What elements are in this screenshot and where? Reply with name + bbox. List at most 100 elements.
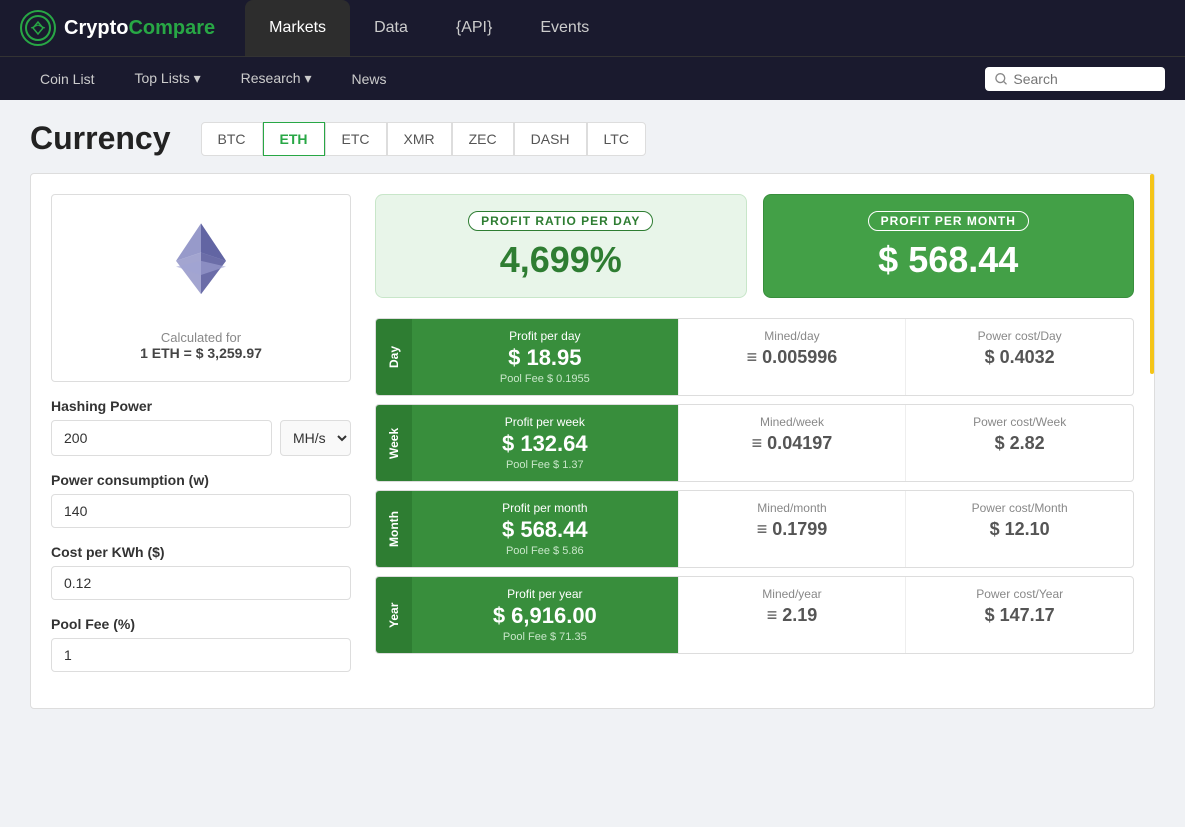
stat-row: Month Profit per month $ 568.44 Pool Fee… <box>375 490 1134 568</box>
tab-dash[interactable]: DASH <box>514 122 587 156</box>
stat-pool-fee: Pool Fee $ 5.86 <box>428 545 662 557</box>
power-consumption-label: Power consumption (w) <box>51 472 351 488</box>
secondary-navigation: Coin List Top Lists ▾ Research ▾ News <box>0 56 1185 100</box>
stat-pool-fee: Pool Fee $ 1.37 <box>428 459 662 471</box>
stat-power-label: Power cost/Year <box>922 587 1117 601</box>
profit-month-value: $ 568.44 <box>784 239 1114 281</box>
stat-profit-cell: Profit per week $ 132.64 Pool Fee $ 1.37 <box>412 405 678 481</box>
stat-row: Year Profit per year $ 6,916.00 Pool Fee… <box>375 576 1134 654</box>
stat-period-label: Year <box>376 577 412 653</box>
nav-coinlist[interactable]: Coin List <box>20 57 114 101</box>
hashing-power-label: Hashing Power <box>51 398 351 414</box>
stat-rows-container: Day Profit per day $ 18.95 Pool Fee $ 0.… <box>375 318 1134 654</box>
content-area: Calculated for 1 ETH = $ 3,259.97 Hashin… <box>30 173 1155 709</box>
search-icon <box>995 72 1007 86</box>
stat-period-label: Day <box>376 319 412 395</box>
cost-kwh-label: Cost per KWh ($) <box>51 544 351 560</box>
tab-btc[interactable]: BTC <box>201 122 263 156</box>
tab-etc[interactable]: ETC <box>325 122 387 156</box>
hashing-unit-select[interactable]: MH/s GH/s TH/s <box>280 420 351 456</box>
stat-profit-cell: Profit per month $ 568.44 Pool Fee $ 5.8… <box>412 491 678 567</box>
logo[interactable]: CryptoCompare <box>20 10 215 46</box>
stat-mined-label: Mined/year <box>695 587 890 601</box>
stat-power-cell: Power cost/Week $ 2.82 <box>905 405 1133 481</box>
pool-fee-input[interactable] <box>51 638 351 672</box>
stat-period-label: Week <box>376 405 412 481</box>
tab-xmr[interactable]: XMR <box>387 122 452 156</box>
nav-item-events[interactable]: Events <box>516 0 613 56</box>
stat-mined-value: ≡ 0.04197 <box>695 433 890 454</box>
summary-cards: PROFIT RATIO PER DAY 4,699% PROFIT PER M… <box>375 194 1134 298</box>
stat-profit-value: $ 18.95 <box>428 345 662 371</box>
stat-mined-value: ≡ 0.005996 <box>695 347 890 368</box>
hashing-power-input[interactable] <box>51 420 272 456</box>
profit-month-card: PROFIT PER MONTH $ 568.44 <box>763 194 1135 298</box>
nav-research[interactable]: Research ▾ <box>221 57 332 101</box>
stat-profit-value: $ 6,916.00 <box>428 603 662 629</box>
stat-power-label: Power cost/Week <box>922 415 1117 429</box>
power-consumption-group: Power consumption (w) <box>51 472 351 528</box>
stat-mined-label: Mined/day <box>695 329 890 343</box>
calc-label: Calculated for <box>72 330 330 345</box>
stat-power-value: $ 0.4032 <box>922 347 1117 368</box>
scroll-hint <box>1150 174 1154 374</box>
stat-power-value: $ 147.17 <box>922 605 1117 626</box>
stat-mined-cell: Mined/day ≡ 0.005996 <box>678 319 906 395</box>
stat-power-value: $ 2.82 <box>922 433 1117 454</box>
tab-ltc[interactable]: LTC <box>587 122 646 156</box>
nav-item-markets[interactable]: Markets <box>245 0 350 56</box>
pool-fee-label: Pool Fee (%) <box>51 616 351 632</box>
profit-month-label: PROFIT PER MONTH <box>868 211 1029 231</box>
tab-zec[interactable]: ZEC <box>452 122 514 156</box>
stat-power-cell: Power cost/Month $ 12.10 <box>905 491 1133 567</box>
stat-row: Day Profit per day $ 18.95 Pool Fee $ 0.… <box>375 318 1134 396</box>
stat-pool-fee: Pool Fee $ 0.1955 <box>428 373 662 385</box>
nav-item-data[interactable]: Data <box>350 0 432 56</box>
stat-power-label: Power cost/Day <box>922 329 1117 343</box>
stat-profit-label: Profit per month <box>428 501 662 515</box>
stat-mined-cell: Mined/week ≡ 0.04197 <box>678 405 906 481</box>
stat-profit-value: $ 568.44 <box>428 517 662 543</box>
nav-toplists[interactable]: Top Lists ▾ <box>114 57 220 101</box>
main-content: Currency BTC ETH ETC XMR ZEC DASH LTC <box>0 100 1185 729</box>
stat-mined-cell: Mined/month ≡ 0.1799 <box>678 491 906 567</box>
power-consumption-input[interactable] <box>51 494 351 528</box>
stat-mined-value: ≡ 0.1799 <box>695 519 890 540</box>
hashing-power-row: MH/s GH/s TH/s <box>51 420 351 456</box>
tab-eth[interactable]: ETH <box>263 122 325 156</box>
stat-profit-label: Profit per year <box>428 587 662 601</box>
page-title: Currency <box>30 120 171 157</box>
stat-mined-label: Mined/month <box>695 501 890 515</box>
profit-ratio-label: PROFIT RATIO PER DAY <box>468 211 653 231</box>
profit-ratio-card: PROFIT RATIO PER DAY 4,699% <box>375 194 747 298</box>
eth-logo <box>151 215 251 315</box>
stat-power-cell: Power cost/Day $ 0.4032 <box>905 319 1133 395</box>
stat-profit-cell: Profit per year $ 6,916.00 Pool Fee $ 71… <box>412 577 678 653</box>
nav-item-api[interactable]: {API} <box>432 0 516 56</box>
cost-kwh-input[interactable] <box>51 566 351 600</box>
stat-mined-value: ≡ 2.19 <box>695 605 890 626</box>
stat-profit-label: Profit per week <box>428 415 662 429</box>
stat-profit-label: Profit per day <box>428 329 662 343</box>
stat-mined-cell: Mined/year ≡ 2.19 <box>678 577 906 653</box>
eth-logo-box: Calculated for 1 ETH = $ 3,259.97 <box>51 194 351 382</box>
stat-period-label: Month <box>376 491 412 567</box>
search-input[interactable] <box>1013 71 1155 87</box>
search-box[interactable] <box>985 67 1165 91</box>
stat-power-label: Power cost/Month <box>922 501 1117 515</box>
stat-power-value: $ 12.10 <box>922 519 1117 540</box>
calc-value: 1 ETH = $ 3,259.97 <box>72 345 330 361</box>
right-panel: PROFIT RATIO PER DAY 4,699% PROFIT PER M… <box>375 194 1134 688</box>
cost-kwh-group: Cost per KWh ($) <box>51 544 351 600</box>
nav-news[interactable]: News <box>331 57 406 101</box>
currency-tabs: BTC ETH ETC XMR ZEC DASH LTC <box>201 122 646 156</box>
currency-header: Currency BTC ETH ETC XMR ZEC DASH LTC <box>30 120 1155 157</box>
hashing-power-group: Hashing Power MH/s GH/s TH/s <box>51 398 351 456</box>
stat-profit-value: $ 132.64 <box>428 431 662 457</box>
stat-power-cell: Power cost/Year $ 147.17 <box>905 577 1133 653</box>
logo-text: CryptoCompare <box>64 17 215 40</box>
top-navigation: CryptoCompare Markets Data {API} Events <box>0 0 1185 56</box>
pool-fee-group: Pool Fee (%) <box>51 616 351 672</box>
nav-items: Markets Data {API} Events <box>245 0 1165 56</box>
stat-mined-label: Mined/week <box>695 415 890 429</box>
